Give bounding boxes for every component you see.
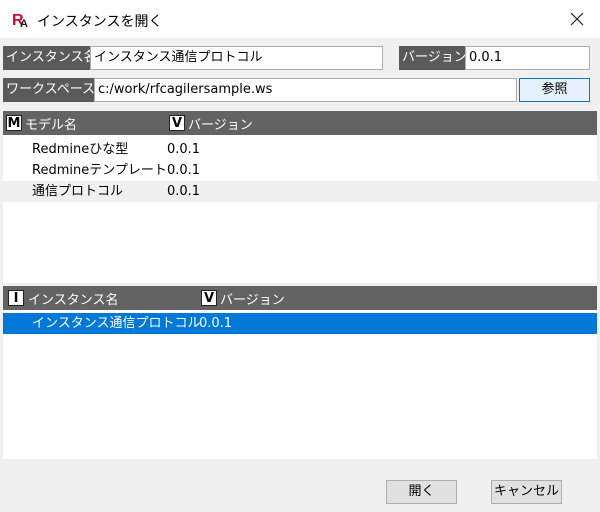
- svg-text:A: A: [20, 18, 28, 28]
- instance-version-cell: 0.0.1: [199, 316, 233, 331]
- window-title: インスタンスを開く: [37, 14, 163, 30]
- models-panel: M モデル名 V バージョン Redmineひな型 0.0.1 Redmineテ…: [3, 111, 597, 283]
- version-label: バージョン: [399, 46, 467, 70]
- workspace-label: ワークスペース: [3, 78, 95, 102]
- dialog-window: R A インスタンスを開く インスタンス名 インスタンス通信プロトコル バージョ…: [0, 0, 600, 512]
- close-button[interactable]: [554, 0, 600, 38]
- app-logo-icon: R A: [11, 10, 29, 28]
- model-name-cell: 通信プロトコル: [32, 184, 124, 199]
- model-name-cell: Redmineひな型: [32, 142, 129, 157]
- model-version-cell: 0.0.1: [167, 163, 201, 178]
- open-button[interactable]: 開く: [386, 480, 457, 504]
- model-name-cell: Redmineテンプレート: [32, 163, 167, 178]
- model-version-cell: 0.0.1: [167, 184, 201, 199]
- instance-name-label: インスタンス名: [3, 46, 96, 70]
- table-row-selected[interactable]: インスタンス通信プロトコル 0.0.1: [3, 313, 597, 334]
- instance-name-field[interactable]: インスタンス通信プロトコル: [90, 46, 383, 70]
- version-column-icon: V: [169, 115, 185, 131]
- instance-column-icon: I: [8, 290, 24, 306]
- instance-name-cell: インスタンス通信プロトコル: [32, 316, 201, 331]
- model-version-cell: 0.0.1: [167, 142, 201, 157]
- model-column-icon: M: [6, 115, 22, 131]
- instance-column-header[interactable]: インスタンス名: [28, 289, 118, 308]
- instances-panel: I インスタンス名 V バージョン インスタンス通信プロトコル 0.0.1: [3, 286, 597, 459]
- model-column-header[interactable]: モデル名: [25, 114, 77, 133]
- version-column-icon: V: [201, 290, 217, 306]
- models-table-header: M モデル名 V バージョン: [3, 111, 597, 135]
- title-bar: R A インスタンスを開く: [0, 0, 600, 38]
- version-column-header[interactable]: バージョン: [220, 289, 285, 308]
- workspace-field[interactable]: c:/work/rfcagilersample.ws: [94, 78, 517, 102]
- table-row[interactable]: Redmineひな型 0.0.1: [3, 139, 597, 160]
- table-row[interactable]: 通信プロトコル 0.0.1: [3, 181, 597, 202]
- version-column-header[interactable]: バージョン: [188, 114, 253, 133]
- instances-table-header: I インスタンス名 V バージョン: [3, 286, 597, 310]
- table-row[interactable]: Redmineテンプレート 0.0.1: [3, 160, 597, 181]
- cancel-button[interactable]: キャンセル: [491, 480, 562, 504]
- browse-button[interactable]: 参照: [519, 78, 590, 102]
- version-field[interactable]: 0.0.1: [465, 46, 590, 70]
- close-icon: [570, 12, 584, 26]
